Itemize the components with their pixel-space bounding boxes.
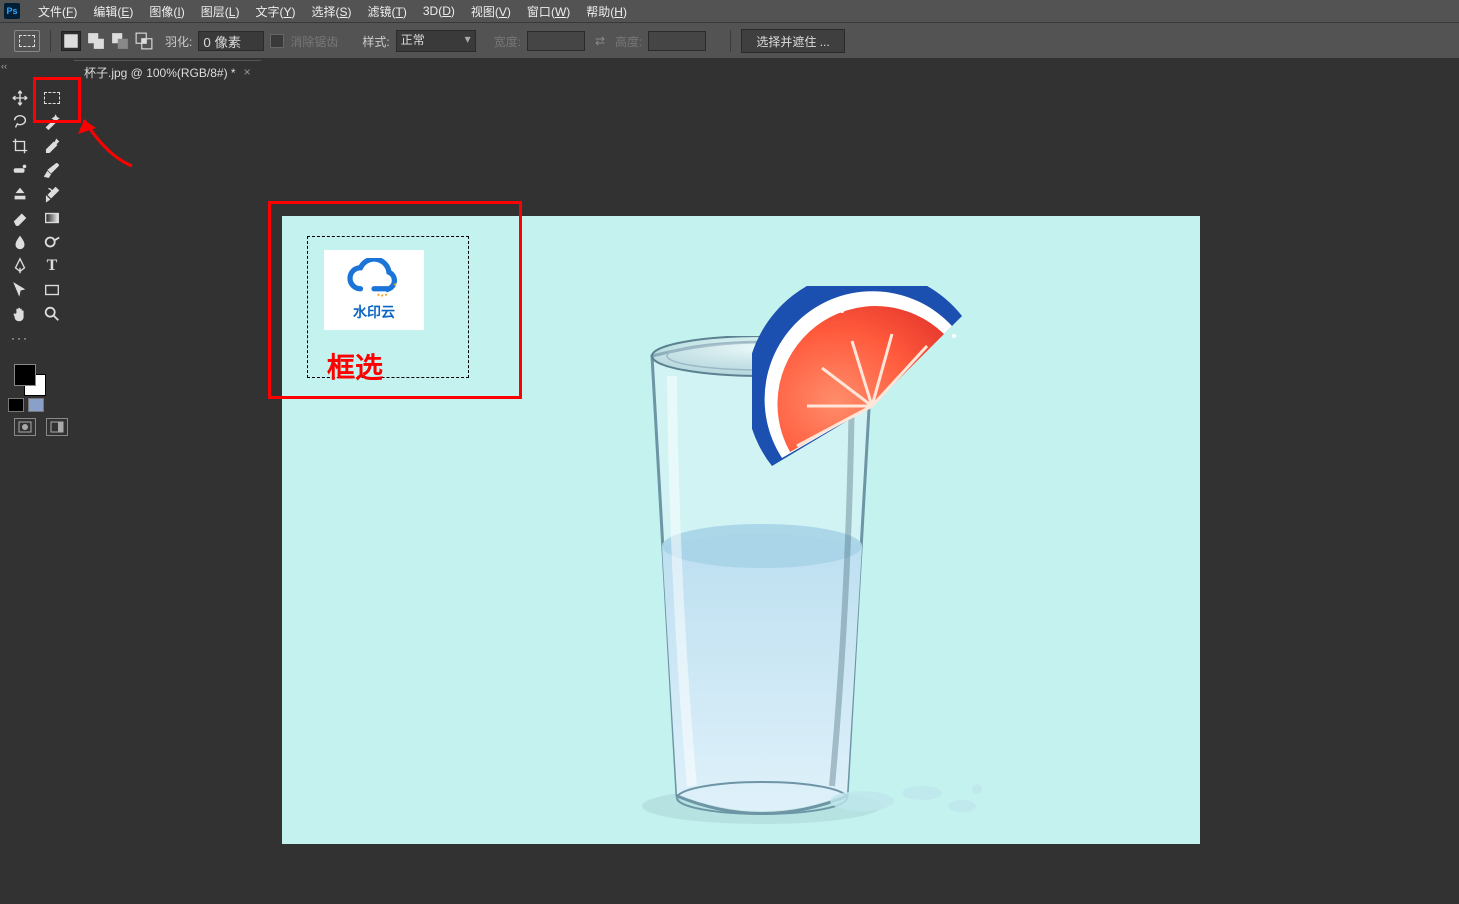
type-tool[interactable]: T — [39, 254, 65, 278]
pen-tool[interactable] — [7, 254, 33, 278]
eraser-tool[interactable] — [7, 206, 33, 230]
annotation-label: 框选 — [327, 346, 383, 386]
zoom-tool[interactable] — [39, 302, 65, 326]
hand-tool[interactable] — [7, 302, 33, 326]
spot-healing-tool[interactable] — [7, 158, 33, 182]
cloud-icon — [344, 258, 404, 300]
quick-mask-screen-mode — [14, 418, 68, 436]
feather-label: 羽化: — [165, 33, 192, 50]
menu-3d[interactable]: 3D(D) — [415, 2, 463, 20]
separator — [50, 30, 51, 52]
blur-tool[interactable] — [7, 230, 33, 254]
gradient-tool[interactable] — [39, 206, 65, 230]
width-label: 宽度: — [494, 33, 521, 50]
options-bar: 羽化: 消除锯齿 样式: 正常 宽度: ⇄ 高度: 选择并遮住 ... — [0, 22, 1459, 60]
marquee-icon — [19, 35, 35, 47]
path-selection-tool[interactable] — [7, 278, 33, 302]
document-canvas[interactable]: 水印云 — [282, 216, 1200, 844]
eyedropper-tool[interactable] — [39, 134, 65, 158]
toolbox-column-right: T — [36, 86, 68, 326]
menu-file[interactable]: 文件(F) — [30, 1, 85, 22]
menu-filter[interactable]: 滤镜(T) — [360, 1, 415, 22]
menu-view[interactable]: 视图(V) — [463, 1, 519, 22]
selection-mode-intersect[interactable] — [135, 32, 153, 50]
separator — [730, 30, 731, 52]
clone-stamp-tool[interactable] — [7, 182, 33, 206]
lasso-tool[interactable] — [7, 110, 33, 134]
marquee-tool[interactable] — [39, 86, 65, 110]
menu-edit[interactable]: 编辑(E) — [85, 1, 141, 22]
crop-tool[interactable] — [7, 134, 33, 158]
selection-mode-new[interactable] — [61, 31, 81, 51]
watermark-text: 水印云 — [353, 302, 395, 322]
edit-toolbar[interactable]: ··· — [7, 326, 33, 350]
close-tab-icon[interactable]: × — [244, 65, 251, 79]
quick-mask-toggle[interactable] — [14, 418, 36, 436]
watermark-logo: 水印云 — [324, 250, 424, 330]
tool-preset-picker[interactable] — [14, 30, 40, 52]
menu-select[interactable]: 选择(S) — [303, 1, 359, 22]
feather-input[interactable] — [198, 31, 264, 51]
screen-mode-toggle[interactable] — [46, 418, 68, 436]
dodge-tool[interactable] — [39, 230, 65, 254]
menu-help[interactable]: 帮助(H) — [578, 1, 635, 22]
annotation-arrow — [72, 106, 142, 176]
menu-type[interactable]: 文字(Y) — [247, 1, 303, 22]
water-drips — [822, 771, 992, 826]
height-input — [648, 31, 706, 51]
rectangle-tool[interactable] — [39, 278, 65, 302]
antialias-checkbox — [270, 34, 284, 48]
toolbox-column-left: ··· — [4, 86, 36, 350]
antialias-label: 消除锯齿 — [290, 33, 338, 50]
height-label: 高度: — [615, 33, 642, 50]
app-logo: Ps — [4, 3, 20, 19]
history-brush-tool[interactable] — [39, 182, 65, 206]
swap-dimensions-icon: ⇄ — [591, 32, 609, 50]
menu-layer[interactable]: 图层(L) — [193, 1, 248, 22]
selection-mode-add[interactable] — [87, 32, 105, 50]
brush-tool[interactable] — [39, 158, 65, 182]
workspace: ‹‹ 杯子.jpg @ 100%(RGB/8#) * × ··· T — [0, 58, 1459, 904]
width-input — [527, 31, 585, 51]
magic-wand-tool[interactable] — [39, 110, 65, 134]
default-colors[interactable] — [8, 398, 44, 412]
menu-window[interactable]: 窗口(W) — [519, 1, 578, 22]
menu-image[interactable]: 图像(I) — [141, 1, 192, 22]
move-tool[interactable] — [7, 86, 33, 110]
panel-collapse-handle[interactable]: ‹‹ — [1, 61, 7, 71]
style-select[interactable]: 正常 — [396, 30, 476, 52]
style-label: 样式: — [362, 33, 389, 50]
menu-bar: Ps 文件(F) 编辑(E) 图像(I) 图层(L) 文字(Y) 选择(S) 滤… — [0, 0, 1459, 22]
document-tab-title: 杯子.jpg @ 100%(RGB/8#) * — [84, 64, 236, 81]
fruit-slice-image — [752, 286, 982, 506]
document-tab[interactable]: 杯子.jpg @ 100%(RGB/8#) * × — [74, 60, 261, 83]
selection-mode-subtract[interactable] — [111, 32, 129, 50]
foreground-color-swatch[interactable] — [14, 364, 36, 386]
select-and-mask-button[interactable]: 选择并遮住 ... — [741, 29, 844, 53]
